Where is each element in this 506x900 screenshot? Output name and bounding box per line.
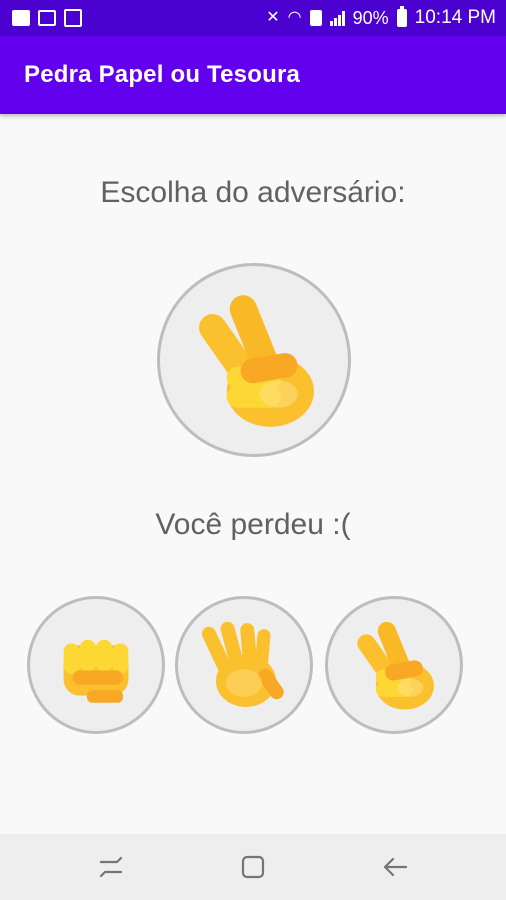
home-icon <box>241 855 265 879</box>
wifi-icon: ◠ <box>287 9 302 26</box>
recents-button[interactable] <box>87 843 135 891</box>
battery-percent: 90% <box>352 7 389 28</box>
recents-icon <box>99 856 123 878</box>
paper-button[interactable] <box>175 596 313 734</box>
battery-icon <box>396 6 407 27</box>
status-right: ✕ ◠ 90% 10:14 PM <box>266 6 496 29</box>
result-text: Você perdeu :( <box>155 508 351 541</box>
raised-hand-icon <box>194 615 294 715</box>
status-time: 10:14 PM <box>414 7 496 28</box>
home-button[interactable] <box>229 843 277 891</box>
back-button[interactable] <box>371 843 419 891</box>
scissors-button[interactable] <box>325 596 463 734</box>
victory-hand-icon <box>344 615 444 715</box>
nfc-icon <box>309 10 322 26</box>
status-bar: ✕ ◠ 90% 10:14 PM <box>0 0 506 36</box>
usb-icon <box>64 9 82 27</box>
notification-icon <box>12 10 30 26</box>
app-title: Pedra Papel ou Tesoura <box>24 61 301 88</box>
app-bar: Pedra Papel ou Tesoura <box>0 36 506 114</box>
navigation-bar <box>0 834 506 900</box>
opponent-choice-image <box>157 263 351 457</box>
signal-icon <box>329 10 345 26</box>
status-left <box>12 9 82 27</box>
mute-icon: ✕ <box>266 9 280 26</box>
raised-fist-icon <box>51 620 141 710</box>
back-icon <box>383 857 408 877</box>
image-icon <box>38 10 56 26</box>
rock-button[interactable] <box>27 596 165 734</box>
opponent-prompt: Escolha do adversário: <box>100 176 406 209</box>
victory-hand-icon <box>184 285 324 435</box>
